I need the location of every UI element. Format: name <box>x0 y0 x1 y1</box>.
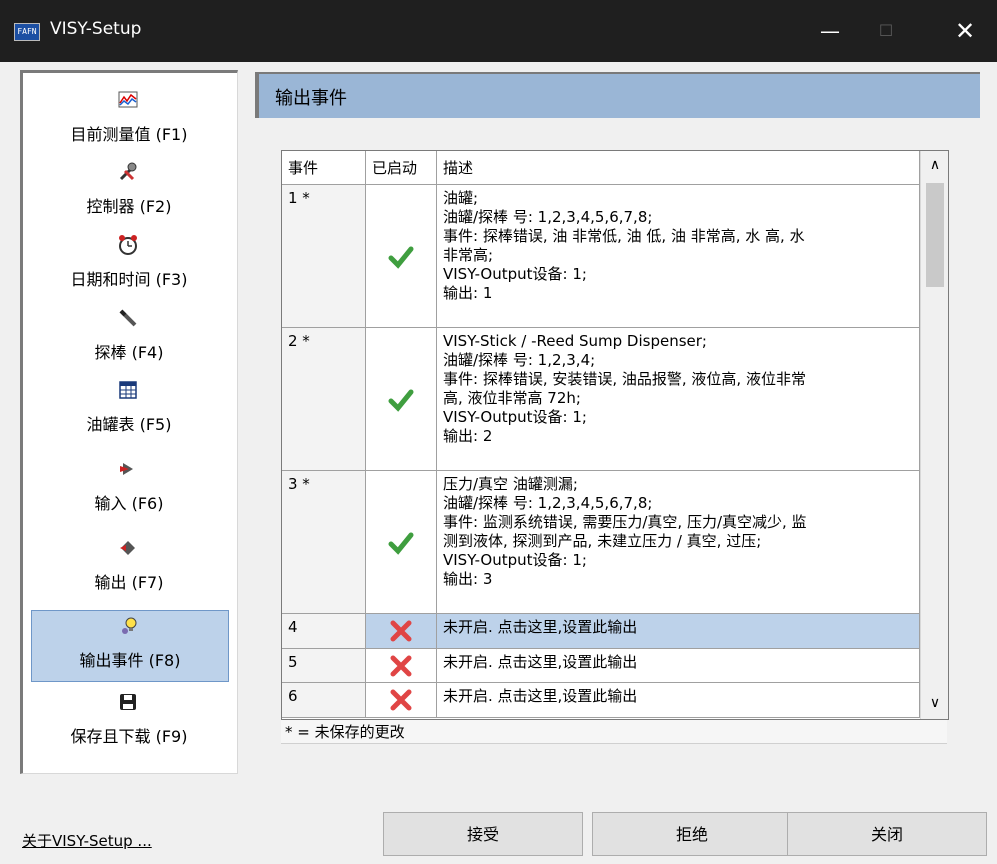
enabled-cell[interactable] <box>366 614 437 648</box>
sidebar-item-output-events[interactable]: 输出事件 (F8) <box>31 610 229 682</box>
app-icon: FAFN <box>14 23 40 41</box>
table-row[interactable]: 3 * 压力/真空 油罐测漏; 油罐/探棒 号: 1,2,3,4,5,6,7,8… <box>282 471 920 614</box>
page-title: 输出事件 <box>275 88 347 109</box>
sidebar-item-probe[interactable]: 探棒 (F4) <box>31 303 227 373</box>
sidebar-item-date-time[interactable]: 日期和时间 (F3) <box>31 230 227 300</box>
event-number-cell: 5 <box>282 649 366 682</box>
vertical-scrollbar[interactable]: ∧ ∨ <box>920 151 948 719</box>
output-icon <box>120 541 135 555</box>
description-cell: VISY-Stick / -Reed Sump Dispenser; 油罐/探棒… <box>437 328 920 470</box>
page-header: 输出事件 <box>255 72 980 118</box>
description-cell: 油罐; 油罐/探棒 号: 1,2,3,4,5,6,7,8; 事件: 探棒错误, … <box>437 185 920 327</box>
sidebar-item-label: 输出事件 (F8) <box>79 651 181 670</box>
enabled-cell[interactable] <box>366 185 437 327</box>
sidebar-item-label: 油罐表 (F5) <box>86 415 172 434</box>
checkmark-icon <box>388 389 414 412</box>
description-cell: 未开启. 点击这里,设置此输出 <box>437 683 920 717</box>
sidebar-item-label: 目前测量值 (F1) <box>70 125 188 144</box>
close-button[interactable]: 关闭 <box>787 812 987 856</box>
window-title: VISY-Setup <box>50 19 142 39</box>
sidebar-item-input[interactable]: 输入 (F6) <box>31 454 227 524</box>
chart-icon <box>118 91 138 108</box>
sidebar-item-controller[interactable]: 控制器 (F2) <box>31 157 227 227</box>
cross-icon <box>390 620 412 642</box>
tools-icon <box>119 162 137 181</box>
column-header-description[interactable]: 描述 <box>437 151 920 185</box>
scroll-down-icon[interactable]: ∨ <box>921 695 948 711</box>
sidebar-item-label: 控制器 (F2) <box>86 197 172 216</box>
sidebar-item-tank-table[interactable]: 油罐表 (F5) <box>31 375 227 445</box>
enabled-cell[interactable] <box>366 683 437 717</box>
input-icon <box>120 463 133 475</box>
sidebar-item-output[interactable]: 输出 (F7) <box>31 533 227 603</box>
minimize-button[interactable]: — <box>810 14 850 48</box>
sidebar-item-current-values[interactable]: 目前测量值 (F1) <box>31 85 227 155</box>
about-link[interactable]: 关于VISY-Setup ... <box>22 830 152 851</box>
maximize-button[interactable]: ☐ <box>866 14 906 48</box>
probe-icon <box>119 309 137 327</box>
table-row[interactable]: 5 未开启. 点击这里,设置此输出 <box>282 649 920 683</box>
close-window-button[interactable]: ✕ <box>945 14 985 48</box>
cross-icon <box>390 689 412 711</box>
column-header-enabled[interactable]: 已启动 <box>366 151 437 185</box>
unsaved-changes-note: * = 未保存的更改 <box>281 720 947 744</box>
output-events-table[interactable]: 事件 已启动 描述 1 * 油罐; 油罐/探棒 号: 1,2,3,4,5,6,7… <box>281 150 949 720</box>
event-number-cell: 3 * <box>282 471 366 613</box>
event-number-cell: 6 <box>282 683 366 717</box>
clock-icon <box>119 235 137 255</box>
sidebar-item-label: 保存且下载 (F9) <box>70 727 188 746</box>
table-row[interactable]: 2 * VISY-Stick / -Reed Sump Dispenser; 油… <box>282 328 920 471</box>
cross-icon <box>390 655 412 677</box>
lightbulb-icon <box>122 617 137 634</box>
checkmark-icon <box>388 246 414 269</box>
table-row-selected[interactable]: 4 未开启. 点击这里,设置此输出 <box>282 614 920 649</box>
event-number-cell: 1 * <box>282 185 366 327</box>
sidebar-item-save-download[interactable]: 保存且下载 (F9) <box>31 687 227 757</box>
scroll-thumb[interactable] <box>926 183 944 287</box>
enabled-cell[interactable] <box>366 328 437 470</box>
table-icon <box>119 381 137 399</box>
description-cell: 压力/真空 油罐测漏; 油罐/探棒 号: 1,2,3,4,5,6,7,8; 事件… <box>437 471 920 613</box>
description-cell: 未开启. 点击这里,设置此输出 <box>437 614 920 648</box>
checkmark-icon <box>388 532 414 555</box>
enabled-cell[interactable] <box>366 649 437 682</box>
table-row[interactable]: 6 未开启. 点击这里,设置此输出 <box>282 683 920 718</box>
enabled-cell[interactable] <box>366 471 437 613</box>
accept-button[interactable]: 接受 <box>383 812 583 856</box>
column-header-event[interactable]: 事件 <box>282 151 366 185</box>
event-number-cell: 2 * <box>282 328 366 470</box>
sidebar: 目前测量值 (F1) 控制器 (F2) 日期和时间 (F3) 探棒 (F4) 油… <box>20 70 238 774</box>
sidebar-item-label: 输出 (F7) <box>94 573 164 592</box>
sidebar-item-label: 探棒 (F4) <box>94 343 164 362</box>
scroll-up-icon[interactable]: ∧ <box>921 157 948 173</box>
title-bar: FAFN VISY-Setup — ☐ ✕ <box>0 0 997 62</box>
description-cell: 未开启. 点击这里,设置此输出 <box>437 649 920 682</box>
reject-button[interactable]: 拒绝 <box>592 812 792 856</box>
sidebar-item-label: 日期和时间 (F3) <box>70 270 188 289</box>
table-row[interactable]: 1 * 油罐; 油罐/探棒 号: 1,2,3,4,5,6,7,8; 事件: 探棒… <box>282 185 920 328</box>
event-number-cell: 4 <box>282 614 366 648</box>
sidebar-item-label: 输入 (F6) <box>94 494 164 513</box>
save-icon <box>120 694 136 710</box>
